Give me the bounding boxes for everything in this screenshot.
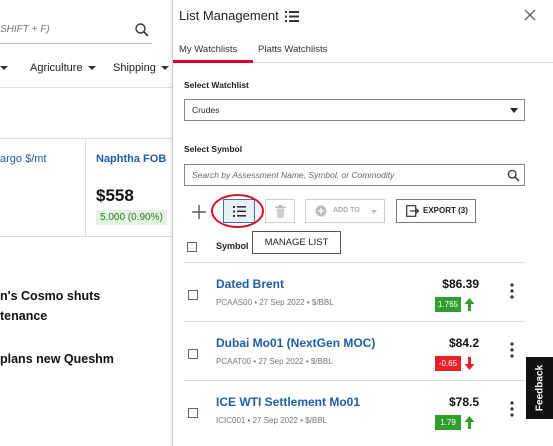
search-icon[interactable]: [507, 169, 520, 182]
table-row[interactable]: ICE WTI Settlement Mo01 ICIC001 • 27 Sep…: [184, 380, 525, 439]
arrow-down-icon: [464, 357, 475, 370]
price-card-title[interactable]: Naphtha FOB: [96, 153, 166, 165]
export-label: EXPORT (3): [423, 206, 468, 215]
news-headline[interactable]: plans new Queshm: [0, 352, 114, 366]
delete-button[interactable]: [265, 199, 295, 223]
divider: [0, 87, 172, 88]
close-icon[interactable]: [523, 8, 537, 22]
feedback-label: Feedback: [534, 364, 545, 412]
nav-item-agriculture[interactable]: Agriculture: [30, 62, 96, 74]
divider: [0, 138, 172, 139]
list-icon: [285, 11, 300, 23]
search-icon[interactable]: [134, 22, 150, 38]
select-symbol-label: Select Symbol: [184, 144, 243, 154]
column-header-symbol: Symbol: [216, 241, 249, 251]
plus-circle-icon: [315, 205, 327, 217]
row-assessment-name[interactable]: Dated Brent: [216, 277, 284, 291]
select-watchlist-label: Select Watchlist: [184, 80, 249, 90]
row-change-badge: 1.765: [434, 297, 461, 312]
manage-list-button[interactable]: [223, 199, 255, 223]
trash-icon: [275, 205, 286, 218]
news-headline-line: n's Cosmo shuts: [0, 289, 101, 303]
manage-list-tooltip: MANAGE LIST: [252, 231, 341, 254]
row-change-badge: -0.65: [435, 356, 461, 371]
nav-item-shipping[interactable]: Shipping: [113, 62, 169, 74]
divider: [85, 138, 86, 236]
row-meta: ICIC001 • 27 Sep 2022 • $/BBL: [216, 416, 328, 425]
chevron-down-icon: [371, 210, 377, 214]
arrow-up-icon: [464, 416, 475, 429]
row-checkbox[interactable]: [188, 290, 198, 300]
panel-title-text: List Management: [179, 8, 279, 23]
table-row[interactable]: Dated Brent PCAAS00 • 27 Sep 2022 • $/BB…: [184, 262, 525, 321]
active-tab-indicator: [173, 60, 253, 63]
nav-caret-partial[interactable]: [0, 62, 8, 74]
global-search-placeholder: SHIFT + F): [0, 24, 50, 35]
price-card-change: 5.000 (0.90%): [96, 210, 167, 225]
select-all-checkbox[interactable]: [187, 242, 197, 252]
kebab-menu-icon[interactable]: [509, 342, 515, 358]
symbol-search-placeholder: Search by Assessment Name, Symbol, or Co…: [192, 170, 395, 180]
add-to-label: ADD TO: [333, 207, 360, 214]
tab-bar: My Watchlists Platts Watchlists: [173, 39, 553, 63]
watchlist-select-value: Crudes: [192, 105, 220, 115]
row-checkbox[interactable]: [188, 349, 198, 359]
arrow-up-icon: [464, 298, 475, 311]
global-search-input[interactable]: SHIFT + F): [0, 18, 152, 44]
divider: [0, 236, 172, 237]
news-headline[interactable]: n's Cosmo shuts tenance: [0, 286, 100, 326]
kebab-menu-icon[interactable]: [509, 283, 515, 299]
tab-my-watchlists[interactable]: My Watchlists: [179, 44, 237, 55]
feedback-button[interactable]: Feedback: [526, 357, 553, 419]
kebab-menu-icon[interactable]: [509, 401, 515, 417]
panel-title: List Management: [179, 8, 300, 23]
news-headline-line: tenance: [0, 309, 48, 323]
add-to-button[interactable]: ADD TO: [305, 199, 385, 223]
export-icon: [406, 205, 419, 217]
plus-icon[interactable]: [188, 202, 210, 222]
row-price: $84.2: [448, 336, 479, 350]
chevron-down-icon: [510, 108, 518, 113]
watchlist-select[interactable]: Crudes: [184, 99, 525, 121]
list-icon: [233, 206, 246, 217]
row-price: $86.39: [442, 277, 479, 291]
row-meta: PCAAT00 • 27 Sep 2022 • $/BBL: [216, 357, 333, 366]
price-card-title[interactable]: argo $/mt: [0, 153, 46, 165]
row-checkbox[interactable]: [188, 408, 198, 418]
symbol-search-input[interactable]: Search by Assessment Name, Symbol, or Co…: [184, 164, 525, 186]
row-assessment-name[interactable]: Dubai Mo01 (NextGen MOC): [216, 336, 375, 350]
row-meta: PCAAS00 • 27 Sep 2022 • $/BBL: [216, 298, 334, 307]
row-change-badge: 1.79: [435, 415, 461, 430]
tab-platts-watchlists[interactable]: Platts Watchlists: [258, 44, 327, 55]
table-row[interactable]: Dubai Mo01 (NextGen MOC) PCAAT00 • 27 Se…: [184, 321, 525, 380]
row-price: $78.5: [448, 395, 479, 409]
list-management-panel: List Management My Watchlists Platts Wat…: [172, 0, 553, 446]
price-card-value: $558: [96, 186, 134, 205]
row-assessment-name[interactable]: ICE WTI Settlement Mo01: [216, 395, 360, 409]
export-button[interactable]: EXPORT (3): [396, 199, 476, 223]
